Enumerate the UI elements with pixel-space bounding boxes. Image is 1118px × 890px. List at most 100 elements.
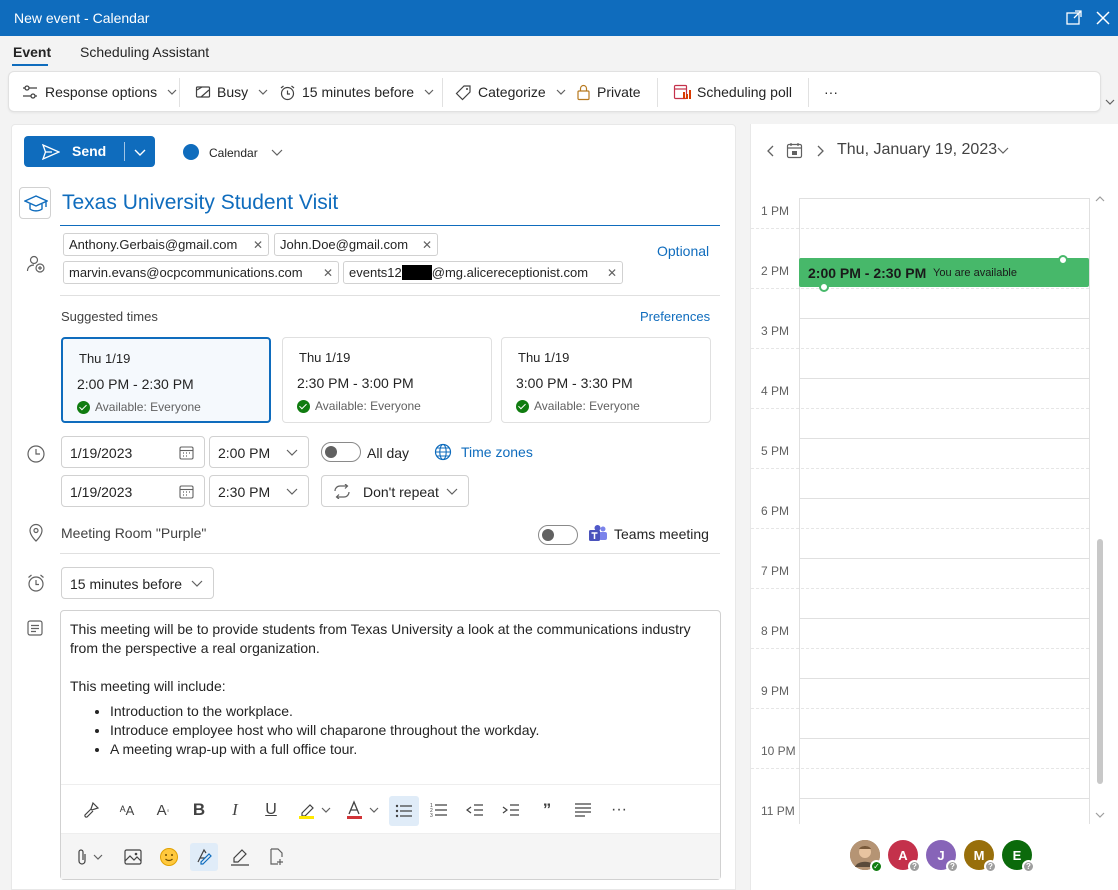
chevron-down-icon[interactable] (997, 147, 1009, 154)
more-formatting-icon[interactable]: ··· (605, 796, 633, 824)
suggested-time-card[interactable]: Thu 1/19 3:00 PM - 3:30 PM Available: Ev… (501, 337, 711, 423)
scroll-down-icon[interactable] (1095, 812, 1105, 818)
remove-attendee-icon[interactable]: ✕ (323, 266, 333, 280)
popout-icon[interactable] (1065, 9, 1083, 27)
response-options-button[interactable]: Response options (21, 82, 177, 102)
teams-meeting-toggle[interactable] (538, 525, 578, 545)
event-icon-button[interactable] (19, 187, 51, 219)
bold-icon[interactable]: B (185, 796, 213, 824)
chevron-down-icon[interactable] (271, 149, 283, 156)
hour-label: 4 PM (761, 384, 790, 398)
attendee-chip[interactable]: John.Doe@gmail.com ✕ (274, 233, 438, 256)
tab-event[interactable]: Event (13, 44, 51, 60)
day-grid[interactable]: 1 PM 2 PM 3 PM 4 PM 5 PM 6 PM 7 PM 8 PM … (751, 176, 1103, 824)
event-title-input[interactable]: Texas University Student Visit (62, 191, 338, 215)
remove-attendee-icon[interactable]: ✕ (422, 238, 432, 252)
calendar-selector[interactable]: Calendar (209, 146, 258, 160)
hour-line (799, 378, 1089, 379)
attendee-chip[interactable]: marvin.evans@ocpcommunications.com ✕ (63, 261, 339, 284)
half-hour-line (751, 648, 1089, 649)
insert-picture-icon[interactable] (119, 843, 147, 871)
end-date-field[interactable]: 1/19/2023 (61, 475, 205, 507)
start-date-field[interactable]: 1/19/2023 (61, 436, 205, 468)
event-block[interactable]: 2:00 PM - 2:30 PM You are available (799, 258, 1089, 287)
hour-line (799, 558, 1089, 559)
repeat-icon (334, 484, 350, 499)
date-picker-label[interactable]: Thu, January 19, 2023 (837, 141, 997, 159)
send-button[interactable]: Send (24, 136, 155, 167)
description-text[interactable]: This meeting will be to provide students… (70, 620, 710, 759)
scheduling-poll-button[interactable]: Scheduling poll (673, 82, 792, 102)
resize-handle-bottom[interactable] (819, 282, 829, 292)
avatar[interactable]: E ? (1002, 840, 1035, 873)
chevron-down-icon (191, 580, 203, 587)
start-time-field[interactable]: 2:00 PM (209, 436, 309, 468)
show-as-button[interactable]: Busy (195, 82, 268, 102)
italic-icon[interactable]: I (221, 796, 249, 824)
remove-attendee-icon[interactable]: ✕ (253, 238, 263, 252)
avatar[interactable]: A ? (888, 840, 921, 873)
font-size-icon[interactable]: A ◦ (149, 796, 177, 824)
all-day-toggle[interactable] (321, 442, 361, 462)
available-check-icon (516, 399, 529, 413)
format-painter-icon[interactable] (77, 796, 105, 824)
chevron-right-icon[interactable] (816, 145, 824, 157)
loop-component-icon[interactable] (263, 843, 291, 871)
emoji-icon[interactable] (155, 843, 183, 871)
optional-attendees-link[interactable]: Optional (657, 243, 709, 259)
avatar[interactable]: ✓ (850, 840, 883, 873)
tab-scheduling-assistant[interactable]: Scheduling Assistant (80, 44, 209, 60)
ribbon-expand-icon[interactable] (1105, 99, 1115, 105)
private-button[interactable]: Private (576, 82, 641, 102)
today-calendar-icon[interactable] (786, 142, 803, 159)
title-bar: New event - Calendar (0, 0, 1118, 36)
categorize-button[interactable]: Categorize (455, 82, 566, 102)
end-time-value: 2:30 PM (218, 484, 271, 500)
decrease-indent-icon[interactable] (461, 796, 489, 824)
font-color-icon[interactable] (343, 796, 383, 824)
end-time-field[interactable]: 2:30 PM (209, 475, 309, 507)
font-icon[interactable]: ᴬA (113, 796, 141, 824)
scrollbar[interactable] (1097, 539, 1103, 784)
reminder-button[interactable]: 15 minutes before (279, 82, 434, 102)
presence-unknown-icon: ? (984, 860, 997, 873)
active-tab-indicator (12, 64, 48, 66)
highlight-icon[interactable] (295, 796, 335, 824)
attendee-email-suffix: @mg.alicereceptionist.com (431, 265, 589, 280)
resize-handle-top[interactable] (1058, 255, 1068, 265)
numbering-icon[interactable]: 123 (425, 796, 453, 824)
teams-icon (589, 525, 607, 541)
underline-icon[interactable]: U (257, 796, 285, 824)
chevron-down-icon[interactable] (134, 149, 146, 156)
editor-icon[interactable] (190, 843, 218, 871)
suggested-time-card[interactable]: Thu 1/19 2:30 PM - 3:00 PM Available: Ev… (282, 337, 492, 423)
align-icon[interactable] (569, 796, 597, 824)
chevron-left-icon[interactable] (767, 145, 775, 157)
preferences-link[interactable]: Preferences (640, 309, 710, 324)
event-description-editor[interactable]: This meeting will be to provide students… (60, 610, 721, 880)
close-icon[interactable] (1094, 9, 1112, 27)
avatar[interactable]: J ? (926, 840, 959, 873)
remove-attendee-icon[interactable]: ✕ (607, 266, 617, 280)
avatar[interactable]: M ? (964, 840, 997, 873)
all-day-label: All day (367, 445, 410, 461)
start-time-value: 2:00 PM (218, 445, 271, 461)
repeat-dropdown[interactable]: Don't repeat (321, 475, 469, 507)
signature-icon[interactable] (226, 843, 254, 871)
suggested-time-card[interactable]: Thu 1/19 2:00 PM - 2:30 PM Available: Ev… (61, 337, 271, 423)
hour-line (799, 738, 1089, 739)
increase-indent-icon[interactable] (497, 796, 525, 824)
time-zones-link[interactable]: Time zones (461, 444, 533, 460)
redaction-box (401, 265, 432, 280)
attendee-chip[interactable]: Anthony.Gerbais@gmail.com ✕ (63, 233, 269, 256)
location-input[interactable]: Meeting Room "Purple" (61, 525, 206, 541)
reminder-dropdown[interactable]: 15 minutes before (61, 567, 214, 599)
scroll-up-icon[interactable] (1095, 196, 1105, 202)
attendee-chip[interactable]: events12 @mg.alicereceptionist.com ✕ (343, 261, 623, 284)
more-options-button[interactable]: ··· (824, 82, 838, 102)
event-time: 2:00 PM - 2:30 PM (808, 265, 927, 281)
description-intro: This meeting will be to provide students… (70, 621, 691, 656)
bullets-icon[interactable] (389, 796, 419, 826)
attach-file-icon[interactable] (75, 843, 107, 871)
quote-icon[interactable]: ” (533, 796, 561, 824)
